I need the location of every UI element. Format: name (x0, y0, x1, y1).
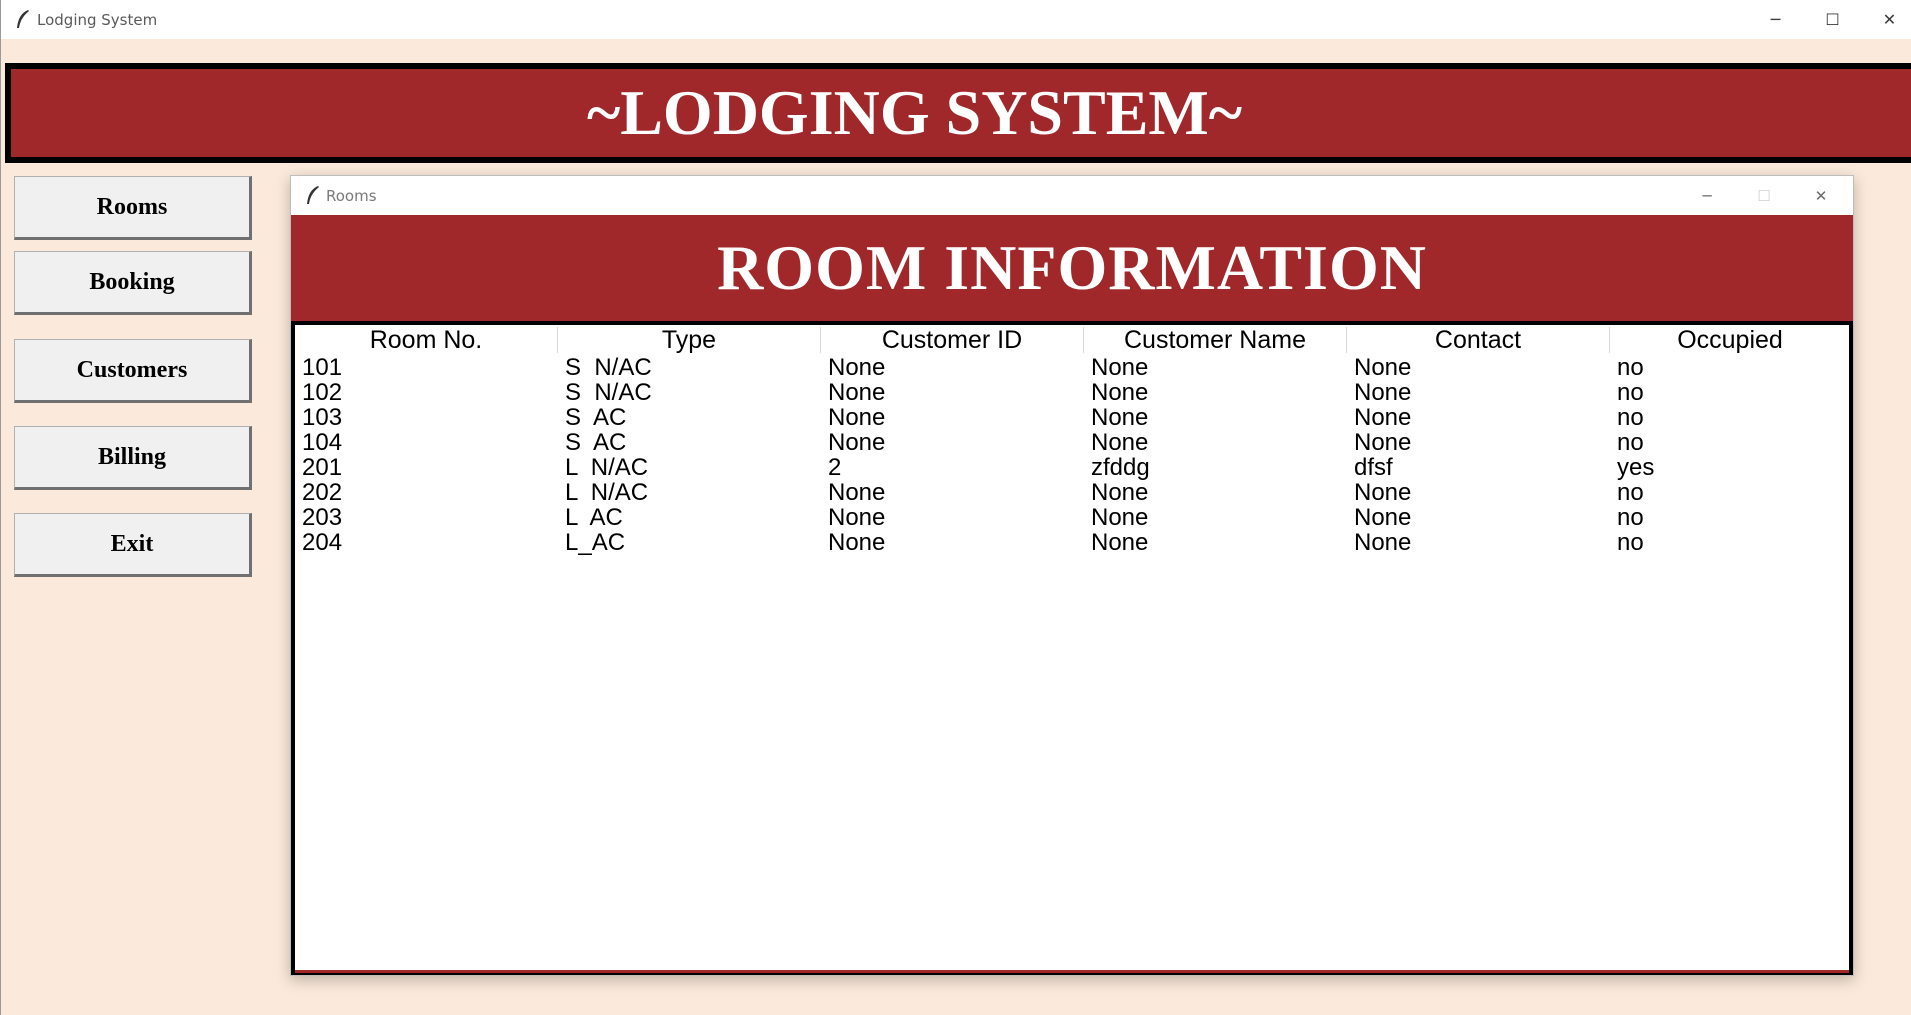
billing-button[interactable]: Billing (14, 426, 252, 490)
close-icon[interactable]: ✕ (1861, 0, 1911, 39)
cell-customer-name: None (1091, 479, 1149, 506)
maximize-icon: ☐ (1757, 186, 1771, 205)
cell-occupied: no (1617, 429, 1644, 456)
cell-room-no: 101 (302, 354, 343, 381)
booking-button[interactable]: Booking (14, 251, 252, 315)
main-titlebar[interactable]: Lodging System ─ ☐ ✕ (1, 0, 1911, 39)
table-row[interactable]: 204 L_AC None None None no (295, 530, 1849, 555)
table-row[interactable]: 102 S N/AC None None None no (295, 380, 1849, 405)
cell-customer-id: 2 (828, 454, 842, 481)
cell-customer-id: None (828, 379, 886, 406)
table-row[interactable]: 202 L N/AC None None None no (295, 480, 1849, 505)
table-row[interactable]: 104 S AC None None None no (295, 430, 1849, 455)
table-row[interactable]: 101 S N/AC None None None no (295, 355, 1849, 380)
cell-type: L N/AC (565, 479, 649, 506)
cell-customer-id: None (828, 479, 886, 506)
room-info-title: ROOM INFORMATION (717, 232, 1427, 303)
cell-room-no: 104 (302, 429, 343, 456)
close-icon[interactable]: ✕ (1793, 176, 1849, 215)
cell-room-no: 102 (302, 379, 343, 406)
cell-customer-id: None (828, 354, 886, 381)
customers-button[interactable]: Customers (14, 339, 252, 403)
cell-room-no: 204 (302, 529, 343, 556)
main-window: Lodging System ─ ☐ ✕ ~LODGING SYSTEM~ Ro… (0, 0, 1911, 1015)
rooms-button[interactable]: Rooms (14, 176, 252, 240)
cell-customer-name: None (1091, 504, 1149, 531)
cell-customer-id: None (828, 429, 886, 456)
room-info-header: ROOM INFORMATION (291, 215, 1853, 321)
cell-customer-name: None (1091, 529, 1149, 556)
cell-customer-name: None (1091, 354, 1149, 381)
table-header: Room No. Type Customer ID Customer Name … (295, 325, 1849, 355)
cell-occupied: no (1617, 404, 1644, 431)
cell-customer-name: None (1091, 429, 1149, 456)
main-window-title: Lodging System (37, 11, 158, 29)
cell-occupied: no (1617, 504, 1644, 531)
cell-customer-name: zfddg (1091, 454, 1150, 481)
cell-type: L AC (565, 504, 623, 531)
cell-customer-name: None (1091, 379, 1149, 406)
feather-icon (307, 186, 319, 204)
table-bottom-border (295, 970, 1849, 973)
rooms-titlebar[interactable]: Rooms ─ ☐ ✕ (291, 176, 1853, 215)
cell-type: S AC (565, 429, 627, 456)
cell-occupied: no (1617, 379, 1644, 406)
table-row[interactable]: 103 S AC None None None no (295, 405, 1849, 430)
table-row[interactable]: 203 L AC None None None no (295, 505, 1849, 530)
column-header-type[interactable]: Type (558, 325, 820, 355)
cell-contact: dfsf (1354, 454, 1393, 481)
cell-contact: None (1354, 354, 1412, 381)
cell-room-no: 203 (302, 504, 343, 531)
cell-customer-id: None (828, 529, 886, 556)
minimize-icon[interactable]: ─ (1679, 176, 1735, 215)
cell-contact: None (1354, 504, 1412, 531)
cell-room-no: 103 (302, 404, 343, 431)
minimize-icon[interactable]: ─ (1747, 0, 1804, 39)
cell-room-no: 202 (302, 479, 343, 506)
cell-customer-id: None (828, 504, 886, 531)
cell-customer-name: None (1091, 404, 1149, 431)
feather-icon (17, 10, 29, 28)
cell-type: S N/AC (565, 379, 652, 406)
maximize-icon[interactable]: ☐ (1804, 0, 1861, 39)
rooms-window-title: Rooms (326, 187, 377, 205)
cell-type: L_AC (565, 529, 626, 556)
column-header-contact[interactable]: Contact (1347, 325, 1609, 355)
cell-contact: None (1354, 479, 1412, 506)
column-header-customer-id[interactable]: Customer ID (821, 325, 1083, 355)
rooms-window: Rooms ─ ☐ ✕ ROOM INFORMATION Room No. Ty… (290, 175, 1854, 976)
cell-contact: None (1354, 379, 1412, 406)
exit-button[interactable]: Exit (14, 513, 252, 577)
cell-customer-id: None (828, 404, 886, 431)
cell-contact: None (1354, 404, 1412, 431)
cell-occupied: yes (1617, 454, 1655, 481)
cell-type: S N/AC (565, 354, 652, 381)
app-banner-title: ~LODGING SYSTEM~ (586, 77, 1243, 148)
cell-type: L N/AC (565, 454, 649, 481)
column-header-customer-name[interactable]: Customer Name (1084, 325, 1346, 355)
column-header-occupied[interactable]: Occupied (1610, 325, 1850, 355)
cell-occupied: no (1617, 354, 1644, 381)
table-row[interactable]: 201 L N/AC 2 zfddg dfsf yes (295, 455, 1849, 480)
cell-type: S AC (565, 404, 627, 431)
rooms-table[interactable]: Room No. Type Customer ID Customer Name … (291, 321, 1853, 975)
column-header-room-no[interactable]: Room No. (295, 325, 557, 355)
app-banner: ~LODGING SYSTEM~ (5, 63, 1911, 163)
cell-room-no: 201 (302, 454, 343, 481)
cell-contact: None (1354, 429, 1412, 456)
cell-occupied: no (1617, 479, 1644, 506)
cell-occupied: no (1617, 529, 1644, 556)
cell-contact: None (1354, 529, 1412, 556)
